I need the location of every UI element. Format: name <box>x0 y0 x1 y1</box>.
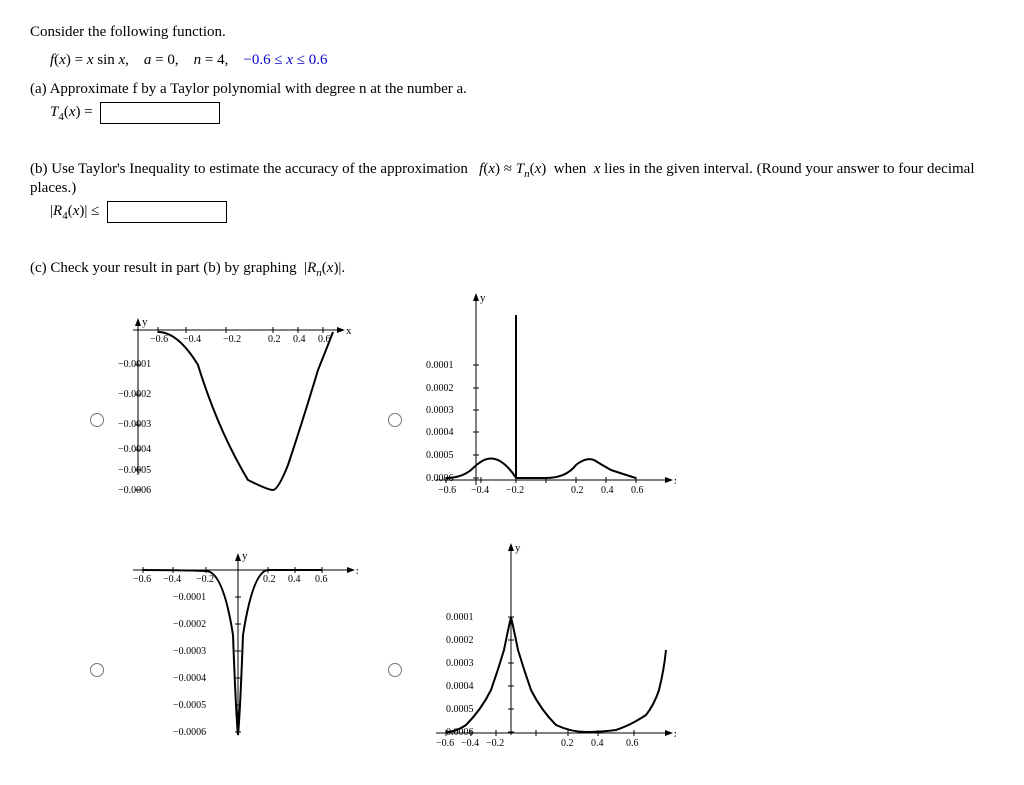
svg-text:y: y <box>142 316 148 328</box>
t4-label: T4(x) = <box>50 104 96 120</box>
radio-4[interactable] <box>388 663 402 677</box>
svg-text:0.2: 0.2 <box>263 574 276 585</box>
svg-text:x: x <box>346 325 352 337</box>
svg-text:0.4: 0.4 <box>288 574 301 585</box>
part-a-label: (a) Approximate f by a Taylor polynomial… <box>30 81 994 98</box>
graphs-row-2: y x −0.6 −0.4 −0.2 0.2 0.4 0.6 −0.0001 −… <box>90 535 994 765</box>
part-b-input-row: |R4(x)| ≤ <box>50 201 994 223</box>
svg-text:y: y <box>480 292 486 304</box>
svg-text:0.0002: 0.0002 <box>446 635 474 646</box>
svg-text:−0.0006: −0.0006 <box>118 485 151 496</box>
svg-text:−0.0003: −0.0003 <box>173 646 206 657</box>
svg-text:0.6: 0.6 <box>315 574 328 585</box>
svg-text:0.0005: 0.0005 <box>446 704 474 715</box>
radio-1[interactable] <box>90 413 104 427</box>
svg-text:0.0002: 0.0002 <box>426 383 454 394</box>
graph-4: y x 0.0006 0.0005 0.0004 0.0003 0.0002 0… <box>416 535 676 765</box>
svg-text:0.4: 0.4 <box>601 485 614 496</box>
svg-text:−0.0006: −0.0006 <box>173 727 206 738</box>
graph-1: y x −0.6 −0.4 −0.2 0.2 0.4 0.6 −0.0001 −… <box>118 290 358 510</box>
svg-text:−0.6: −0.6 <box>436 738 454 749</box>
graph-item-4: y x 0.0006 0.0005 0.0004 0.0003 0.0002 0… <box>388 535 676 765</box>
svg-text:0.0004: 0.0004 <box>426 427 454 438</box>
svg-text:0.0003: 0.0003 <box>446 658 474 669</box>
svg-text:0.0004: 0.0004 <box>446 681 474 692</box>
graph-2: y x 0.0006 0.0005 0.0004 0.0003 0.0002 0… <box>416 285 676 515</box>
svg-text:−0.0004: −0.0004 <box>173 673 206 684</box>
svg-text:−0.2: −0.2 <box>506 485 524 496</box>
svg-text:0.6: 0.6 <box>631 485 644 496</box>
svg-text:−0.4: −0.4 <box>183 334 201 345</box>
svg-text:y: y <box>515 542 521 554</box>
svg-text:0.2: 0.2 <box>268 334 281 345</box>
svg-text:x: x <box>674 475 676 487</box>
svg-text:−0.2: −0.2 <box>196 574 214 585</box>
svg-text:−0.2: −0.2 <box>486 738 504 749</box>
t4-input[interactable] <box>100 102 220 124</box>
svg-text:0.6: 0.6 <box>626 738 639 749</box>
svg-text:−0.0001: −0.0001 <box>173 592 206 603</box>
svg-text:−0.0002: −0.0002 <box>118 389 151 400</box>
radio-3[interactable] <box>90 663 104 677</box>
svg-text:−0.6: −0.6 <box>438 485 456 496</box>
svg-text:−0.4: −0.4 <box>471 485 489 496</box>
svg-text:−0.6: −0.6 <box>150 334 168 345</box>
part-c-label: (c) Check your result in part (b) by gra… <box>30 260 994 279</box>
svg-text:0.0001: 0.0001 <box>426 360 454 371</box>
svg-text:0.2: 0.2 <box>561 738 574 749</box>
graph-item-1: y x −0.6 −0.4 −0.2 0.2 0.4 0.6 −0.0001 −… <box>90 285 358 515</box>
svg-text:x: x <box>674 728 676 740</box>
svg-text:−0.0002: −0.0002 <box>173 619 206 630</box>
svg-text:−0.4: −0.4 <box>163 574 181 585</box>
svg-text:y: y <box>242 550 248 562</box>
svg-text:−0.0005: −0.0005 <box>118 465 151 476</box>
part-b-label: (b) Use Taylor's Inequality to estimate … <box>30 161 994 197</box>
radio-2[interactable] <box>388 413 402 427</box>
svg-text:0.0001: 0.0001 <box>446 612 474 623</box>
svg-text:−0.6: −0.6 <box>133 574 151 585</box>
function-definition: f(x) = x sin x, a = 0, n = 4, −0.6 ≤ x ≤… <box>50 52 994 69</box>
graphs-row-1: y x −0.6 −0.4 −0.2 0.2 0.4 0.6 −0.0001 −… <box>90 285 994 515</box>
svg-text:0.0003: 0.0003 <box>426 405 454 416</box>
when-text: when <box>554 161 587 177</box>
intro-text: Consider the following function. <box>30 20 994 44</box>
graph-item-3: y x −0.6 −0.4 −0.2 0.2 0.4 0.6 −0.0001 −… <box>90 535 358 765</box>
r4-label: |R4(x)| ≤ <box>50 203 103 219</box>
r4-input[interactable] <box>107 201 227 223</box>
svg-text:0.4: 0.4 <box>293 334 306 345</box>
graph-3: y x −0.6 −0.4 −0.2 0.2 0.4 0.6 −0.0001 −… <box>118 535 358 765</box>
svg-text:0.2: 0.2 <box>571 485 584 496</box>
svg-text:x: x <box>356 565 358 577</box>
svg-text:−0.0001: −0.0001 <box>118 359 151 370</box>
svg-text:−0.0004: −0.0004 <box>118 444 151 455</box>
svg-text:0.4: 0.4 <box>591 738 604 749</box>
svg-text:−0.2: −0.2 <box>223 334 241 345</box>
svg-text:0.0005: 0.0005 <box>426 450 454 461</box>
svg-text:−0.0003: −0.0003 <box>118 419 151 430</box>
part-a-input-row: T4(x) = <box>50 102 994 124</box>
svg-text:−0.4: −0.4 <box>461 738 479 749</box>
svg-text:−0.0005: −0.0005 <box>173 700 206 711</box>
graph-item-2: y x 0.0006 0.0005 0.0004 0.0003 0.0002 0… <box>388 285 676 515</box>
